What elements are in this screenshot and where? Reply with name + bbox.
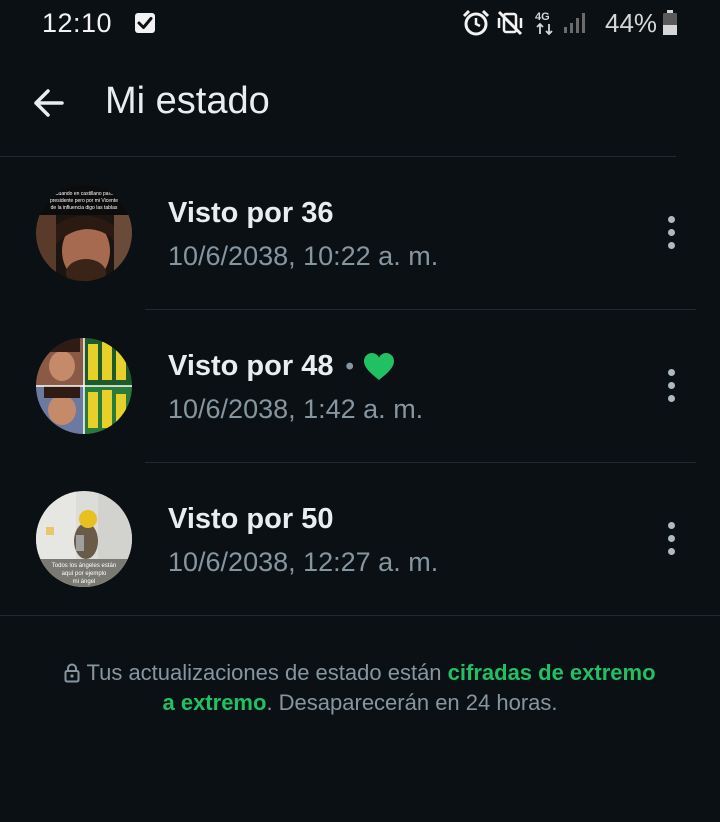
status-thumbnail-image	[36, 338, 132, 434]
battery-percentage: 44%	[605, 8, 658, 38]
views-text: Visto por 36	[168, 197, 334, 229]
status-thumbnail[interactable]	[36, 338, 132, 434]
status-thumbnail[interactable]: Todos los ángeles están aquí por ejemplo…	[36, 491, 132, 587]
page-title: Mi estado	[105, 80, 270, 122]
status-item[interactable]: Todos los ángeles están aquí por ejemplo…	[0, 463, 720, 616]
battery-icon	[663, 10, 677, 35]
svg-text:4G: 4G	[535, 11, 550, 23]
heart-icon	[363, 352, 394, 380]
svg-text:Todos los ángeles están: Todos los ángeles están	[52, 563, 116, 569]
status-bar: 12:10 4G 44%	[0, 0, 720, 46]
more-options-icon[interactable]	[656, 518, 686, 562]
status-timestamp: 10/6/2038, 1:42 a. m.	[168, 394, 424, 424]
network-icon: 4G	[535, 11, 553, 36]
status-item[interactable]: Visto por 48 • 10/6/2038, 1:42 a. m.	[0, 310, 720, 463]
checkbox-notification-icon	[135, 13, 155, 33]
encryption-note: Tus actualizaciones de estado están cifr…	[60, 658, 660, 718]
svg-text:de la influencia digo las tabl: de la influencia digo las tablas	[51, 205, 118, 211]
status-timestamp: 10/6/2038, 10:22 a. m.	[168, 241, 439, 271]
back-arrow-icon[interactable]	[30, 84, 68, 122]
views-count: Visto por 48 •	[168, 350, 395, 383]
views-text: Visto por 50	[168, 503, 334, 535]
views-text: Visto por 48	[168, 350, 334, 382]
status-time: 12:10	[42, 8, 113, 38]
views-count: Visto por 50	[168, 503, 333, 536]
mute-icon	[497, 10, 523, 36]
signal-icon	[564, 13, 585, 33]
more-options-icon[interactable]	[656, 365, 686, 409]
svg-text:mi ángel: mi ángel	[73, 579, 96, 585]
status-thumbnail[interactable]: Cuando en castillano para presidente per…	[36, 185, 132, 281]
status-thumbnail-image: Cuando en castillano para presidente per…	[36, 185, 132, 281]
app-header: Mi estado	[0, 60, 720, 150]
alarm-icon	[462, 9, 490, 36]
list-divider	[0, 615, 720, 616]
more-options-icon[interactable]	[656, 212, 686, 256]
separator-dot: •	[345, 352, 354, 380]
encryption-note-suffix: . Desaparecerán en 24 horas.	[266, 690, 558, 715]
views-count: Visto por 36	[168, 197, 333, 230]
status-thumbnail-image: Todos los ángeles están aquí por ejemplo…	[36, 491, 132, 587]
lock-icon	[64, 663, 80, 683]
status-item[interactable]: Cuando en castillano para presidente per…	[0, 157, 720, 310]
status-timestamp: 10/6/2038, 12:27 a. m.	[168, 547, 439, 577]
svg-text:Cuando en castillano para: Cuando en castillano para	[55, 191, 113, 197]
svg-text:aquí por ejemplo: aquí por ejemplo	[62, 571, 107, 577]
svg-text:presidente pero por mi Vicente: presidente pero por mi Vicente	[50, 198, 118, 204]
encryption-note-text: Tus actualizaciones de estado están	[86, 660, 448, 685]
